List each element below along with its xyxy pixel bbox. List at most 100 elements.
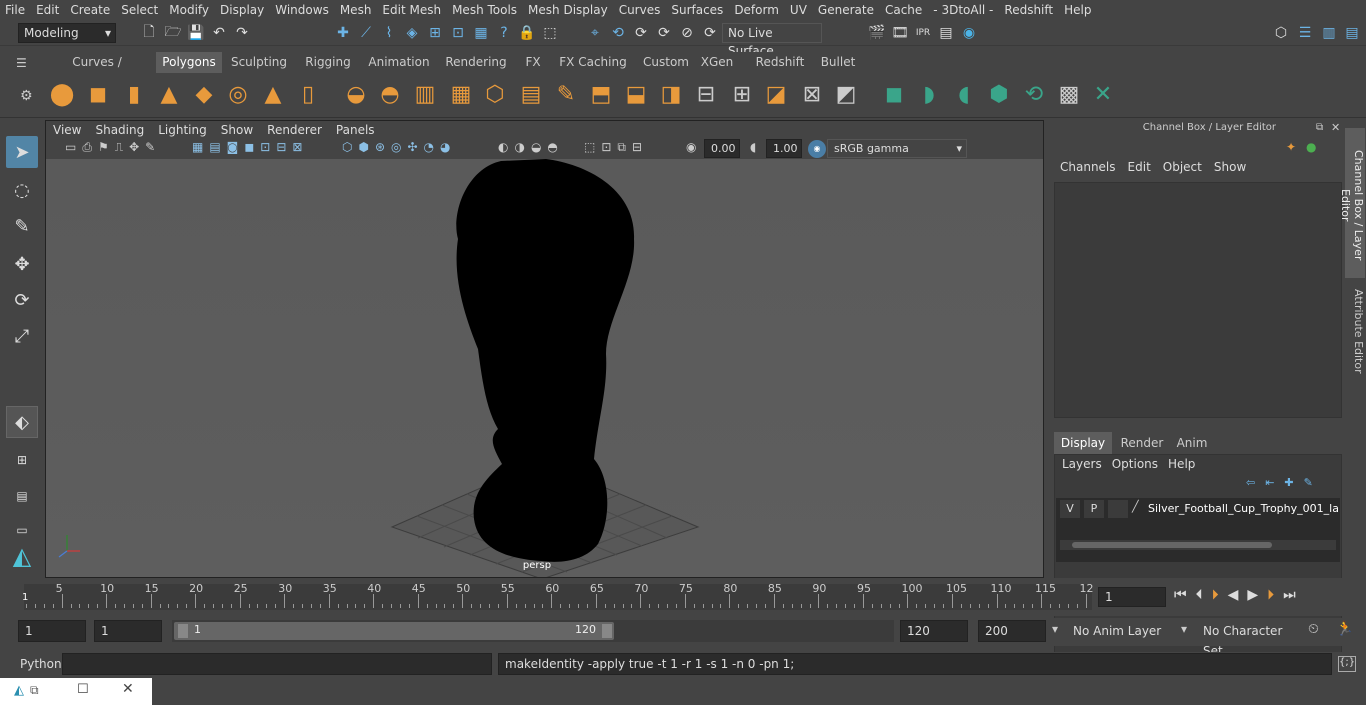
go-to-end-icon[interactable]: ⏭: [1283, 587, 1305, 603]
float-panel-icon[interactable]: ⧉: [1316, 122, 1323, 133]
step-back-key-icon[interactable]: ⏵: [1212, 587, 1228, 603]
layout-four-icon[interactable]: ▤: [6, 480, 38, 512]
redo-icon[interactable]: ↷: [233, 24, 251, 42]
select-camera-icon[interactable]: ⬚: [541, 24, 559, 42]
play-backward-icon[interactable]: ◀: [1228, 587, 1248, 603]
mode-dropdown[interactable]: Modeling ▾: [18, 23, 116, 43]
chevron-down-icon[interactable]: ▾: [1052, 622, 1058, 636]
fill-hole-icon[interactable]: ⊠: [798, 80, 826, 108]
boolean-icon[interactable]: ▤: [517, 80, 545, 108]
anim-prefs-icon[interactable]: 🏃: [1336, 621, 1353, 637]
current-frame-field[interactable]: 1: [1098, 587, 1166, 607]
shelf-settings-icon[interactable]: ⚙: [20, 88, 33, 104]
menu-mesh-tools[interactable]: Mesh Tools: [447, 3, 523, 17]
menu-3dtoall[interactable]: - 3DtoAll -: [928, 3, 999, 17]
soft-select-icon[interactable]: ⟳: [632, 24, 650, 42]
layer-visibility-icon[interactable]: ●: [1306, 140, 1316, 154]
new-scene-icon[interactable]: 🗋: [140, 24, 158, 42]
shelf-tab-rendering[interactable]: Rendering: [442, 52, 510, 73]
uv-checker-icon[interactable]: ▩: [1055, 80, 1083, 108]
script-editor-icon[interactable]: {;}: [1338, 656, 1356, 672]
anim-layer-dropdown[interactable]: No Anim Layer: [1066, 620, 1178, 642]
viewport-canvas[interactable]: persp: [46, 159, 1043, 577]
layer-menu-layers[interactable]: Layers: [1062, 455, 1112, 473]
shelf-tab-custom[interactable]: Custom: [640, 52, 692, 73]
poly-sphere-icon[interactable]: ⬤: [48, 80, 76, 108]
menu-windows[interactable]: Windows: [270, 3, 335, 17]
shelf-tab-fx-caching[interactable]: FX Caching: [554, 52, 632, 73]
render-frame-icon[interactable]: 🎞: [891, 24, 909, 42]
uv-cylindrical-icon[interactable]: ◗: [915, 80, 943, 108]
layer-scrollbar-thumb[interactable]: [1072, 542, 1272, 548]
snap-point-icon[interactable]: ⊡: [449, 24, 467, 42]
go-to-start-icon[interactable]: ⏮: [1174, 587, 1196, 603]
menu-file[interactable]: File: [0, 3, 31, 17]
hypershade-icon[interactable]: ◉: [960, 24, 978, 42]
poly-plane-icon[interactable]: ◆: [190, 80, 218, 108]
menu-mesh-display[interactable]: Mesh Display: [523, 3, 614, 17]
shelf-menu-icon[interactable]: ☰: [16, 56, 38, 70]
rotate-tool-icon[interactable]: ⟳: [6, 284, 38, 316]
uv-spherical-icon[interactable]: ◖: [950, 80, 978, 108]
chevron-down-icon[interactable]: ▾: [1181, 622, 1187, 636]
command-input[interactable]: [62, 653, 492, 675]
play-forward-icon[interactable]: ▶: [1247, 587, 1267, 603]
extrude-icon[interactable]: ⬒: [587, 80, 615, 108]
range-handle-left[interactable]: [178, 624, 188, 638]
range-slider[interactable]: 1 120: [172, 620, 894, 642]
save-scene-icon[interactable]: 💾: [187, 24, 205, 42]
select-by-hierarchy-icon[interactable]: ✚: [334, 24, 352, 42]
snap-curve-icon[interactable]: ⊞: [426, 24, 444, 42]
close-icon[interactable]: ✕: [122, 681, 134, 697]
shelf-tab-sculpting[interactable]: Sculpting: [228, 52, 290, 73]
layer-visible-toggle[interactable]: V: [1060, 500, 1080, 518]
auto-key-icon[interactable]: ⏲: [1308, 621, 1319, 637]
move-tool-icon[interactable]: ✥: [6, 248, 38, 280]
poly-cylinder-icon[interactable]: ▮: [120, 80, 148, 108]
menu-redshift[interactable]: Redshift: [999, 3, 1059, 17]
menu-mesh[interactable]: Mesh: [335, 3, 378, 17]
time-slider[interactable]: 1 5 10 15 20 25 30 35 40 45 50 55 60 65 70 75 80 85 90 95 1…: [0, 578, 1366, 616]
viewport-menu-view[interactable]: View: [46, 123, 88, 137]
snap-together-icon[interactable]: ⌖: [586, 24, 604, 42]
open-scene-icon[interactable]: 🗁: [164, 24, 182, 42]
channel-menu-show[interactable]: Show: [1210, 160, 1254, 174]
multi-cut-icon[interactable]: ✎: [552, 80, 580, 108]
range-handle-right[interactable]: [602, 624, 612, 638]
layer-tab-anim[interactable]: Anim: [1170, 432, 1214, 454]
tab-channel-box[interactable]: Channel Box / Layer Editor: [1339, 128, 1365, 278]
select-tool-icon[interactable]: ➤: [6, 136, 38, 168]
bridge-icon[interactable]: ⬓: [622, 80, 650, 108]
help-icon[interactable]: ?: [495, 24, 513, 42]
toggle-channel-icon[interactable]: ▤: [1343, 24, 1361, 42]
select-by-object-icon[interactable]: ⟋: [357, 24, 375, 42]
viewport-menu-show[interactable]: Show: [214, 123, 260, 137]
shelf-tab-polygons[interactable]: Polygons: [156, 52, 222, 73]
lighting-icons[interactable]: ◐◑◒◓: [498, 140, 568, 158]
render-settings-icon[interactable]: ▤: [937, 24, 955, 42]
scale-tool-icon[interactable]: ⤢: [6, 320, 38, 352]
step-back-icon[interactable]: ⏴: [1196, 587, 1212, 603]
poly-cone-icon[interactable]: ▲: [155, 80, 183, 108]
layer-menu-help[interactable]: Help: [1168, 455, 1205, 473]
exposure-field[interactable]: 0.00: [704, 139, 740, 158]
menu-cache[interactable]: Cache: [880, 3, 928, 17]
viewport-menu-shading[interactable]: Shading: [88, 123, 151, 137]
shelf-tab-animation[interactable]: Animation: [366, 52, 432, 73]
poly-pipe-icon[interactable]: ▯: [294, 80, 322, 108]
render-view-icon[interactable]: 🎬: [868, 24, 886, 42]
show-manipulator-icon[interactable]: ⬖: [6, 406, 38, 438]
menu-edit[interactable]: Edit: [31, 3, 65, 17]
color-management-icon[interactable]: ◉: [808, 140, 826, 158]
viewport-menu-renderer[interactable]: Renderer: [260, 123, 329, 137]
shelf-tab-rigging[interactable]: Rigging: [300, 52, 356, 73]
menu-deform[interactable]: Deform: [729, 3, 785, 17]
combine-icon[interactable]: ◒: [342, 80, 370, 108]
lasso-tool-icon[interactable]: ◌: [6, 174, 38, 206]
animation-start-field[interactable]: 1: [18, 620, 86, 642]
step-forward-key-icon[interactable]: ⏵: [1267, 587, 1283, 603]
smooth-icon[interactable]: ▦: [447, 80, 475, 108]
layer-color-swatch[interactable]: ╱: [1132, 500, 1146, 518]
uv-editor-icon[interactable]: ✕: [1089, 80, 1117, 108]
channel-menu-channels[interactable]: Channels: [1056, 160, 1124, 174]
